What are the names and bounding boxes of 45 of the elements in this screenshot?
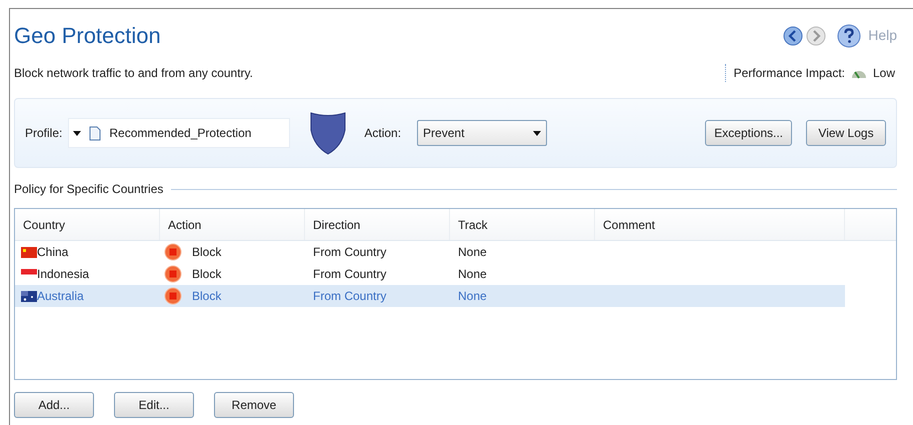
column-header[interactable]: Comment bbox=[595, 209, 845, 240]
table-cell: From Country bbox=[313, 289, 386, 303]
block-icon bbox=[164, 287, 182, 305]
back-icon[interactable] bbox=[783, 26, 804, 46]
column-header[interactable]: Country bbox=[15, 209, 160, 240]
flag-icon bbox=[21, 290, 37, 302]
document-icon bbox=[89, 126, 102, 140]
table-row[interactable]: Indonesia Block From Country None bbox=[15, 263, 845, 285]
action-button[interactable]: Exceptions... bbox=[705, 120, 792, 146]
column-header[interactable]: Track bbox=[450, 209, 595, 240]
table-cell: None bbox=[458, 289, 487, 303]
action-button[interactable]: Edit... bbox=[114, 392, 194, 418]
table-cell-text: Block bbox=[192, 244, 222, 261]
action-button[interactable]: View Logs bbox=[806, 120, 886, 146]
flag-icon bbox=[21, 246, 37, 258]
block-icon bbox=[164, 243, 182, 261]
table-cell-text: China bbox=[37, 244, 68, 261]
section-title: Policy for Specific Countries bbox=[14, 181, 164, 198]
table-cell: None bbox=[458, 245, 487, 259]
performance-label: Performance Impact: bbox=[734, 65, 845, 82]
table-cell-text: Australia bbox=[37, 288, 84, 305]
block-icon bbox=[164, 265, 182, 283]
table-cell: From Country bbox=[313, 245, 386, 259]
shield-icon bbox=[308, 110, 348, 156]
table-cell-text: Block bbox=[192, 288, 222, 305]
table-cell-text: Block bbox=[192, 266, 222, 283]
action-button[interactable]: Remove bbox=[214, 392, 294, 418]
profile-dropdown[interactable]: Recommended_Protection bbox=[68, 118, 290, 148]
table-cell-text: Indonesia bbox=[37, 266, 90, 283]
column-header[interactable]: Action bbox=[160, 209, 305, 240]
caret-icon bbox=[73, 130, 82, 136]
column-header[interactable]: Direction bbox=[305, 209, 450, 240]
action-dropdown[interactable]: Prevent bbox=[417, 120, 548, 146]
action-button[interactable]: Add... bbox=[14, 392, 94, 418]
description-text: Block network traffic to and from any country. bbox=[14, 65, 253, 82]
page-title: Geo Protection bbox=[14, 22, 161, 50]
table-row[interactable]: Australia Block From Country None bbox=[15, 285, 845, 307]
caret-icon bbox=[533, 130, 542, 136]
performance-value: Low bbox=[872, 65, 895, 82]
profile-label: Profile: bbox=[25, 125, 62, 142]
table-cell: From Country bbox=[313, 267, 386, 281]
table-cell: None bbox=[458, 267, 487, 281]
table-row[interactable]: China Block From Country None bbox=[15, 241, 845, 263]
action-label: Action: bbox=[364, 125, 402, 142]
help-icon[interactable] bbox=[837, 24, 862, 48]
